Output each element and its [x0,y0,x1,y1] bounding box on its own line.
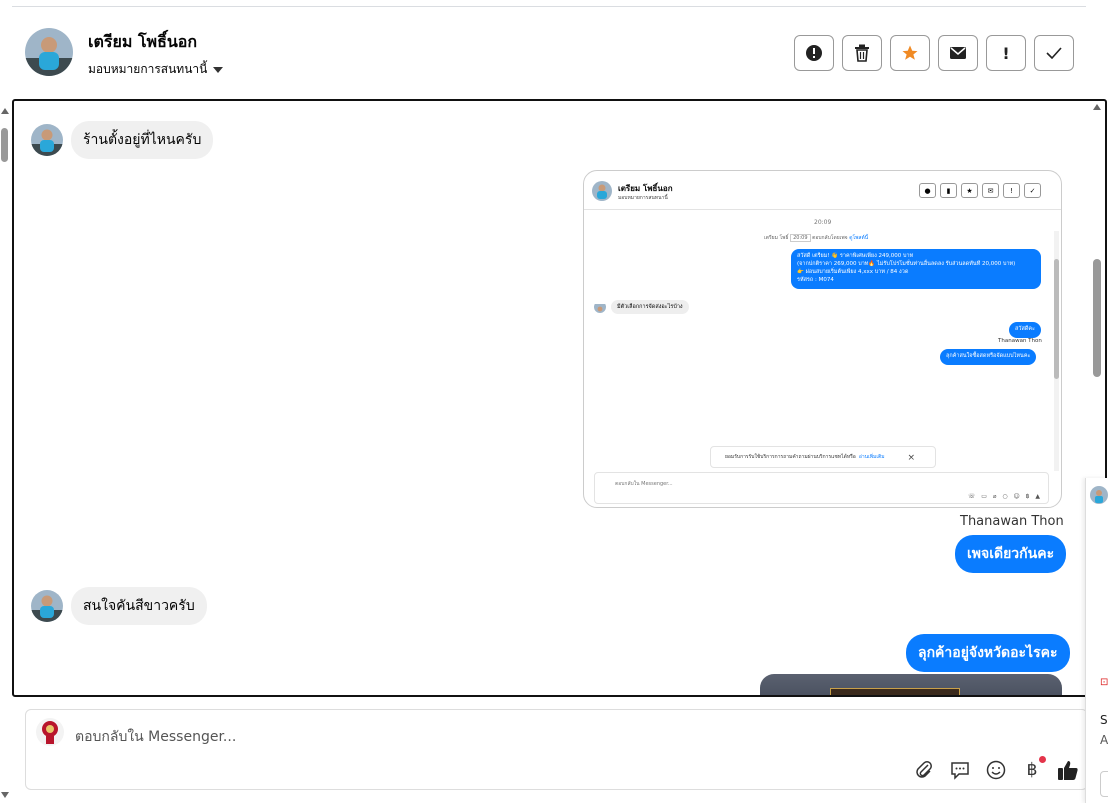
embedded-incoming-bubble: มีตัวเลือกการจัดส่งอะไรบ้าง [611,300,689,314]
embedded-outgoing-bubble: สวัสดีคะ [1009,322,1042,338]
message-bubble: ร้านตั้งอยู่ที่ไหนครับ [71,121,214,159]
mark-spam-button[interactable] [794,35,834,71]
check-icon [1046,47,1062,59]
side-panel-edge: ⊡ S A [1085,478,1108,803]
star-icon [902,45,918,60]
composer-input[interactable]: ตอบกลับใน Messenger... [75,726,236,748]
photo-sign [830,688,960,695]
follow-up-button[interactable]: ! [986,35,1026,71]
offer-line: 👉 ผ่อนสบายเริ่มต้นเพียง 4,xxx บาท / 84 ง… [797,268,909,275]
embedded-mail-icon: ✉ [982,183,999,198]
embedded-sender-name: Thanawan Thon [998,338,1042,344]
assign-conversation-dropdown[interactable]: มอบหมายการสนทนานี้ [88,60,224,79]
outgoing-message-bubble: เพจเดียวกันคะ [955,535,1067,573]
embedded-avatar-small [594,301,606,313]
embedded-outgoing-bubble: ลุกค้าสนใจซื้อสดหรือจัดแบบไหนคะ [940,349,1037,365]
side-panel-text-a: A [1100,733,1108,747]
incoming-message: ร้านตั้งอยู่ที่ไหนครับ [31,121,214,159]
smiley-icon[interactable] [985,759,1007,781]
side-panel-red-icon: ⊡ [1100,677,1108,688]
inbox-page: เตรียม โพธิ์นอก มอบหมายการสนทนานี้ ! ร้า… [0,0,1108,803]
embedded-avatar [592,181,612,201]
offer-line: รหัสรถ : M074 [797,276,834,283]
note-link: ดูโพสต์นี้ [849,235,869,241]
banner-link: อ่านเพิ่มเติม [858,454,885,460]
note-time: 20:09 [790,234,811,242]
shared-screenshot-image[interactable]: เตรียม โพธิ์นอก มอบหมายการสนทนานี้ ● ▮ ★… [583,170,1062,508]
caret-down-icon [213,66,224,73]
header-actions: ! [794,35,1074,71]
incoming-message: สนใจคันสีขาวครับ [31,587,207,625]
paperclip-icon[interactable] [913,759,935,781]
assign-label: มอบหมายการสนทนานี้ [88,62,208,76]
top-divider [12,6,1086,7]
star-button[interactable] [890,35,930,71]
contact-avatar-small [31,590,63,622]
mark-done-button[interactable] [1034,35,1074,71]
embedded-composer-placeholder: ตอบกลับใน Messenger... [615,481,673,487]
note-mid: ตอบกลับโดยเพจ [812,235,848,241]
embedded-alert-icon: ● [919,183,936,198]
alert-circle-icon [806,45,822,61]
baht-payment-icon[interactable]: ฿ [1021,756,1046,781]
embedded-exclaim-icon: ! [1003,183,1020,198]
delete-button[interactable] [842,35,882,71]
sender-name: Thanawan Thon [960,514,1064,529]
contact-name: เตรียม โพธิ์นอก [88,32,198,51]
envelope-icon [950,47,966,59]
scroll-up-arrow-icon[interactable] [1,108,9,114]
left-scrollbar[interactable] [0,108,10,798]
mark-unread-button[interactable] [938,35,978,71]
embedded-reply-note: เตรียม โพธิ์ 20:09 ตอบกลับโดยเพจ ดูโพสต์… [764,234,868,242]
embedded-trash-icon: ▮ [940,183,957,198]
thumbs-up-icon[interactable] [1057,759,1079,781]
baht-glyph: ฿ [1026,760,1038,780]
embedded-star-icon: ★ [961,183,978,198]
composer-tools: ฿ [913,756,1079,781]
reply-composer[interactable]: ตอบกลับใน Messenger... ฿ [25,709,1088,790]
speech-bubble-icon[interactable] [949,759,971,781]
message-bubble: สนใจคันสีขาวครับ [71,587,207,625]
contact-avatar-small [31,124,63,156]
exclamation-icon: ! [1002,43,1010,63]
embedded-check-icon: ✓ [1024,183,1041,198]
trash-icon [855,44,869,62]
scroll-up-arrow-icon[interactable] [1093,104,1101,110]
side-panel-avatar [1090,486,1108,504]
side-panel-text-s: S [1100,713,1108,727]
offer-line: สวัสดี เตรียม! 👋 ราคาพิเศษเพียง 249,000 … [797,253,914,259]
embedded-assign-label: มอบหมายการสนทนานี้ [618,195,668,201]
banner-text: ยอมรับการรับใช้บริการการถามคำถามผ่านบริก… [725,454,856,460]
embedded-close-icon: × [907,453,915,463]
notification-dot [1039,756,1046,763]
offer-line: (จากปกติราคา 269,000 บาท🔥 ไม่รับโปรโมชั่… [797,260,1016,267]
side-panel-box [1100,771,1108,797]
embedded-offer-bubble: สวัสดี เตรียม! 👋 ราคาพิเศษเพียง 249,000 … [791,249,1041,289]
left-scrollbar-thumb[interactable] [1,128,8,162]
shared-photo-thumbnail[interactable] [760,674,1062,695]
conversation-header: เตรียม โพธิ์นอก มอบหมายการสนทนานี้ ! [12,8,1088,98]
embedded-divider [584,209,1061,210]
contact-avatar[interactable] [25,28,73,76]
embedded-timestamp: 20:09 [814,219,832,226]
embedded-composer: ตอบกลับใน Messenger... ☏ ▭ ⌀ ○ ☺ ฿ ▲ [594,472,1049,504]
scroll-down-arrow-icon[interactable] [1,792,9,798]
note-prefix: เตรียม โพธิ์ [764,235,789,241]
right-scrollbar-thumb[interactable] [1093,259,1101,377]
embedded-tool-icons: ☏ ▭ ⌀ ○ ☺ ฿ ▲ [967,493,1042,500]
page-avatar [36,718,64,746]
message-thread[interactable]: ร้านตั้งอยู่ที่ไหนครับ เตรียม โพธิ์นอก ม… [12,99,1107,697]
outgoing-message-bubble: ลุกค้าอยู่จังหวัดอะไรคะ [906,634,1070,672]
embedded-consent-banner: ยอมรับการรับใช้บริการการถามคำถามผ่านบริก… [710,446,936,468]
embedded-scrollbar-thumb [1054,259,1059,379]
embedded-actions: ● ▮ ★ ✉ ! ✓ [919,183,1041,198]
